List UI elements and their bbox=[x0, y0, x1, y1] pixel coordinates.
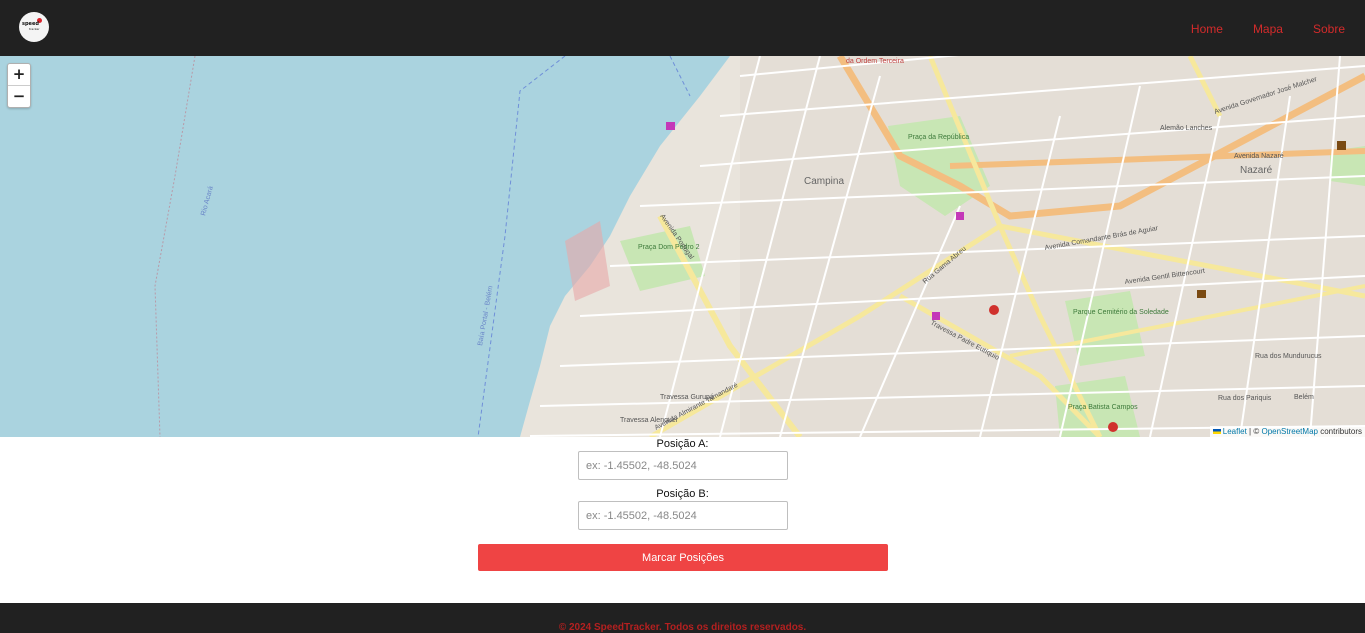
map-label-av-almirante: Avenida Almirante Tamandaré bbox=[654, 382, 740, 432]
footer-copyright: © 2024 SpeedTracker. Todos os direitos r… bbox=[558, 622, 807, 633]
map-label-tv-gurupa: Travessa Gurupá bbox=[660, 394, 714, 401]
map-attribution: Leaflet | © OpenStreetMap contributors bbox=[1209, 426, 1365, 437]
map-container[interactable]: Campina Nazaré Praça da República Praça … bbox=[0, 56, 1365, 437]
logo-subtext: tracker bbox=[29, 27, 40, 31]
bay-water bbox=[0, 56, 730, 437]
mark-positions-button[interactable]: Marcar Posições bbox=[478, 544, 888, 571]
attribution-separator: | © bbox=[1249, 427, 1260, 436]
zoom-out-button[interactable]: − bbox=[8, 86, 30, 107]
map-label-parque-soledade: Parque Cemitério da Soledade bbox=[1073, 309, 1169, 316]
speedtracker-logo[interactable]: speed tracker bbox=[19, 12, 49, 42]
nav-mapa-link[interactable]: Mapa bbox=[1253, 22, 1283, 36]
zoom-control: + − bbox=[7, 63, 31, 108]
map-label-nazare: Nazaré bbox=[1240, 165, 1273, 176]
attribution-tail: contributors bbox=[1320, 427, 1362, 436]
map-label-belem: Belém bbox=[1294, 394, 1314, 401]
map-label-praca-republica: Praça da República bbox=[908, 134, 969, 141]
footer: © 2024 SpeedTracker. Todos os direitos r… bbox=[0, 603, 1365, 633]
map-label-praca-batista: Praça Batista Campos bbox=[1068, 404, 1138, 411]
map-label-campina: Campina bbox=[804, 176, 844, 187]
leaflet-link[interactable]: Leaflet bbox=[1223, 427, 1247, 436]
map-label-rua-pariquis: Rua dos Pariquis bbox=[1218, 395, 1272, 402]
map-label-alemao-lanches: Alemão Lanches bbox=[1160, 125, 1213, 132]
nav-sobre-link[interactable]: Sobre bbox=[1313, 22, 1345, 36]
position-a-input[interactable] bbox=[578, 451, 788, 480]
map-label-av-nazare: Avenida Nazaré bbox=[1234, 153, 1284, 160]
map-label-ordem-terceira: da Ordem Terceira bbox=[846, 58, 904, 65]
ukraine-flag-icon bbox=[1212, 429, 1221, 435]
osm-link[interactable]: OpenStreetMap bbox=[1261, 427, 1317, 436]
top-navbar: speed tracker Home Mapa Sobre bbox=[0, 0, 1365, 56]
nav-home-link[interactable]: Home bbox=[1191, 22, 1223, 36]
map-tiles: Campina Nazaré Praça da República Praça … bbox=[0, 56, 1365, 437]
position-b-input[interactable] bbox=[578, 501, 788, 530]
position-b-label: Posição B: bbox=[656, 488, 709, 500]
zoom-in-button[interactable]: + bbox=[8, 64, 30, 86]
map-label-tv-alenquer: Travessa Alenquer bbox=[620, 417, 679, 424]
position-a-label: Posição A: bbox=[656, 438, 709, 450]
main-nav: Home Mapa Sobre bbox=[1191, 22, 1345, 36]
map-label-rua-mundurucus: Rua dos Mundurucus bbox=[1255, 353, 1322, 360]
